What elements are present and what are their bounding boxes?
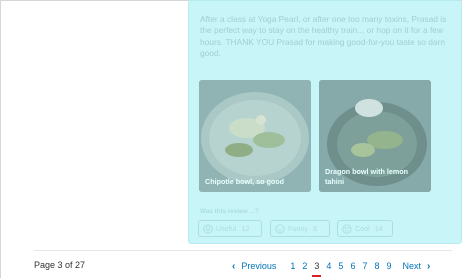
page-link-7[interactable]: 7 [362,261,367,271]
cool-label: Cool [355,224,370,233]
page-numbers: 123456789 [290,261,398,277]
cool-count: 14 [374,224,383,233]
review-photo-2[interactable]: Dragon bowl with lemon tahini [319,80,431,192]
cool-face-icon [342,223,352,234]
review-photo-1[interactable]: Chipotle bowl, so good [199,80,311,192]
funny-count: 8 [312,224,317,233]
photo-caption-1: Chipotle bowl, so good [205,176,285,186]
lightbulb-icon [203,223,213,234]
funny-label: Funny [288,224,308,233]
smile-icon [275,223,285,234]
pagination: ‹ Previous 123456789 Next › [232,259,431,277]
useful-count: 12 [241,224,250,233]
previous-page-link[interactable]: ‹ Previous [232,261,276,272]
chevron-right-icon: › [427,260,431,272]
next-page-link[interactable]: Next › [403,261,431,272]
next-label: Next [402,261,422,271]
page-link-4[interactable]: 4 [326,261,331,271]
chevron-left-icon: ‹ [232,260,236,272]
photo-caption-2: Dragon bowl with lemon tahini [325,167,409,186]
useful-vote-button[interactable]: Useful 12 [198,220,262,237]
pagination-divider [34,250,452,251]
useful-label: Useful [216,224,237,233]
bowl-image-icon [199,80,311,192]
helpful-prompt: Was this review ...? [200,208,259,215]
funny-vote-button[interactable]: Funny 8 [270,220,330,237]
page-link-5[interactable]: 5 [338,261,343,271]
page-link-2[interactable]: 2 [302,261,307,271]
cool-vote-button[interactable]: Cool 14 [337,220,393,237]
page-link-1[interactable]: 1 [290,261,295,271]
page-link-8[interactable]: 8 [374,261,379,271]
page-info: Page 3 of 27 [34,260,86,270]
review-text: After a class at Yoga Pearl, or after on… [200,14,447,59]
previous-label: Previous [241,261,277,271]
page-link-3[interactable]: 3 [312,261,322,277]
page-link-9[interactable]: 9 [386,261,391,271]
page-link-6[interactable]: 6 [350,261,355,271]
